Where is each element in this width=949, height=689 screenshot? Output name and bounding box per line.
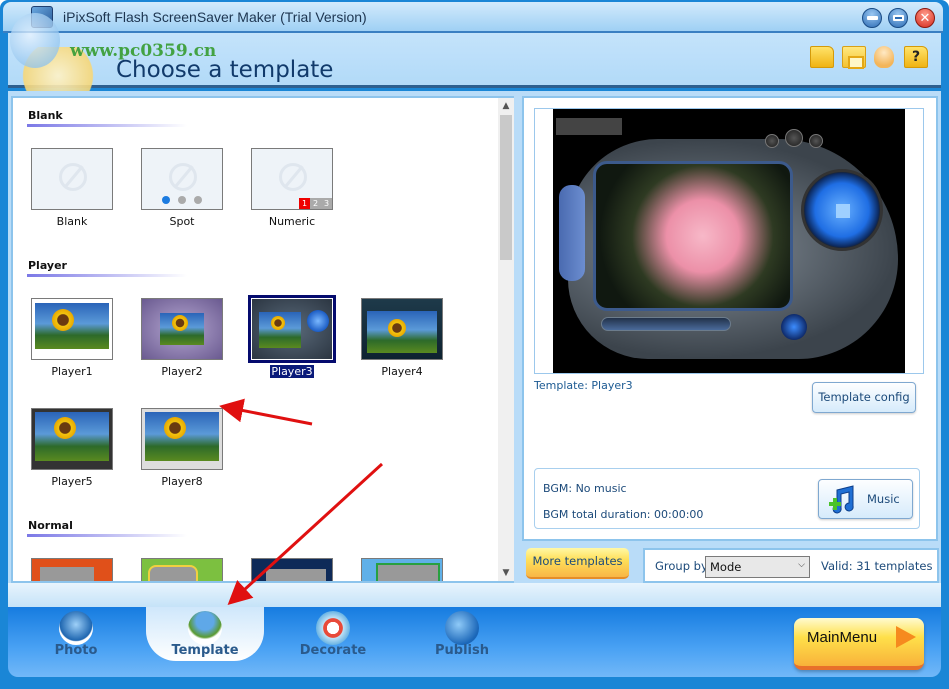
template-thumb-normal-green[interactable]	[141, 558, 223, 581]
section-divider	[27, 124, 187, 127]
window-title: iPixSoft Flash ScreenSaver Maker (Trial …	[63, 9, 367, 25]
maximize-icon	[892, 15, 904, 21]
app-window: iPixSoft Flash ScreenSaver Maker (Trial …	[0, 0, 949, 689]
no-image-icon	[59, 163, 87, 191]
template-icon	[188, 611, 222, 645]
template-thumb-numeric[interactable]: 123	[251, 148, 333, 210]
template-thumb-spot[interactable]	[141, 148, 223, 210]
template-thumb-player5[interactable]	[31, 408, 113, 470]
section-divider	[27, 274, 187, 277]
add-music-icon	[829, 485, 854, 514]
scroll-up-icon[interactable]: ▲	[498, 98, 514, 114]
template-label: Player8	[161, 475, 203, 488]
template-thumb-player1[interactable]	[31, 298, 113, 360]
page-title: Choose a template	[116, 57, 334, 83]
tab-photo[interactable]: Photo	[16, 607, 136, 677]
bgm-duration: BGM total duration: 00:00:00	[543, 508, 704, 521]
group-by-select[interactable]: Mode ⌵	[705, 556, 810, 578]
numeric-indicator: 123	[299, 198, 332, 209]
header: www.pc0359.cn Choose a template ?	[8, 13, 941, 95]
bgm-status: BGM: No music	[543, 482, 627, 495]
separator-strip	[8, 583, 941, 607]
save-icon[interactable]	[842, 46, 866, 69]
template-thumb-player2[interactable]	[141, 298, 223, 360]
section-divider	[27, 534, 187, 537]
template-thumb-normal-sky[interactable]	[361, 558, 443, 581]
template-list-scrollbar[interactable]: ▲ ▼	[498, 98, 514, 581]
maximize-button[interactable]	[888, 8, 908, 28]
close-button[interactable]: ✕	[915, 8, 935, 28]
chevron-down-icon: ⌵	[798, 560, 805, 570]
template-scroll-area: Blank Blank Spot 123 Numeric Player Play…	[13, 98, 498, 581]
minimize-button[interactable]	[862, 8, 882, 28]
title-bar[interactable]: iPixSoft Flash ScreenSaver Maker (Trial …	[3, 2, 943, 33]
tab-label: Photo	[54, 643, 98, 658]
bgm-box: BGM: No music BGM total duration: 00:00:…	[534, 468, 920, 529]
template-thumb-normal-navy[interactable]	[251, 558, 333, 581]
no-image-icon	[169, 163, 197, 191]
rose-photo	[593, 161, 793, 311]
player-slider	[601, 317, 731, 331]
content-area: Blank Blank Spot 123 Numeric Player Play…	[8, 91, 941, 606]
watermark-logo-icon	[10, 13, 60, 68]
tab-template[interactable]: Template	[146, 607, 264, 661]
section-title-normal: Normal	[28, 519, 73, 532]
template-label: Spot	[169, 215, 195, 228]
template-label: Player1	[51, 365, 93, 378]
heart-icon	[316, 611, 350, 645]
section-title-blank: Blank	[28, 109, 63, 122]
tab-label: Decorate	[299, 643, 367, 658]
more-templates-button[interactable]: More templates	[526, 548, 629, 579]
tab-publish[interactable]: Publish	[402, 607, 522, 677]
no-image-icon	[279, 163, 307, 191]
music-button[interactable]: Music	[818, 479, 913, 519]
tab-label: Template	[171, 643, 239, 658]
template-thumb-player3[interactable]	[248, 295, 336, 363]
template-label: Player5	[51, 475, 93, 488]
template-preview	[534, 108, 924, 374]
music-button-label: Music	[867, 492, 900, 506]
template-label: Blank	[56, 215, 88, 228]
template-thumb-player8[interactable]	[141, 408, 223, 470]
template-thumb-player4[interactable]	[361, 298, 443, 360]
template-thumb-normal-red[interactable]	[31, 558, 113, 581]
globe-icon	[445, 611, 479, 645]
user-icon[interactable]	[874, 46, 894, 68]
group-by-label: Group by	[655, 559, 708, 573]
main-menu-button[interactable]: MainMenu	[794, 618, 924, 670]
template-label-selected: Player3	[269, 364, 315, 379]
main-menu-label: MainMenu	[807, 629, 878, 646]
photo-icon	[59, 611, 93, 645]
preview-brand-badge	[556, 118, 622, 135]
group-by-box: Group by Mode ⌵ Valid: 31 templates	[643, 548, 939, 583]
scroll-down-icon[interactable]: ▼	[498, 565, 514, 581]
play-arrow-icon	[896, 626, 916, 648]
group-by-value: Mode	[710, 560, 742, 574]
template-label: Player4	[381, 365, 423, 378]
player-dial-icon	[801, 169, 883, 251]
help-icon[interactable]: ?	[904, 46, 928, 68]
preview-panel: Template: Player3 Template config BGM: N…	[522, 96, 938, 541]
template-label: Numeric	[268, 215, 316, 228]
section-title-player: Player	[28, 259, 67, 272]
minimize-icon	[866, 16, 878, 20]
valid-templates-count: Valid: 31 templates	[821, 559, 933, 573]
template-label: Player2	[161, 365, 203, 378]
tab-decorate[interactable]: Decorate	[273, 607, 393, 677]
tab-label: Publish	[435, 643, 489, 658]
spot-indicator	[162, 196, 202, 204]
volume-icon	[781, 314, 807, 340]
preview-image	[553, 109, 905, 373]
template-config-button[interactable]: Template config	[812, 382, 916, 413]
template-list-panel: Blank Blank Spot 123 Numeric Player Play…	[11, 96, 514, 583]
close-icon: ✕	[919, 10, 931, 26]
template-thumb-blank[interactable]	[31, 148, 113, 210]
open-folder-icon[interactable]	[810, 46, 834, 68]
selected-template-label: Template: Player3	[534, 379, 633, 392]
scrollbar-thumb[interactable]	[500, 115, 512, 260]
